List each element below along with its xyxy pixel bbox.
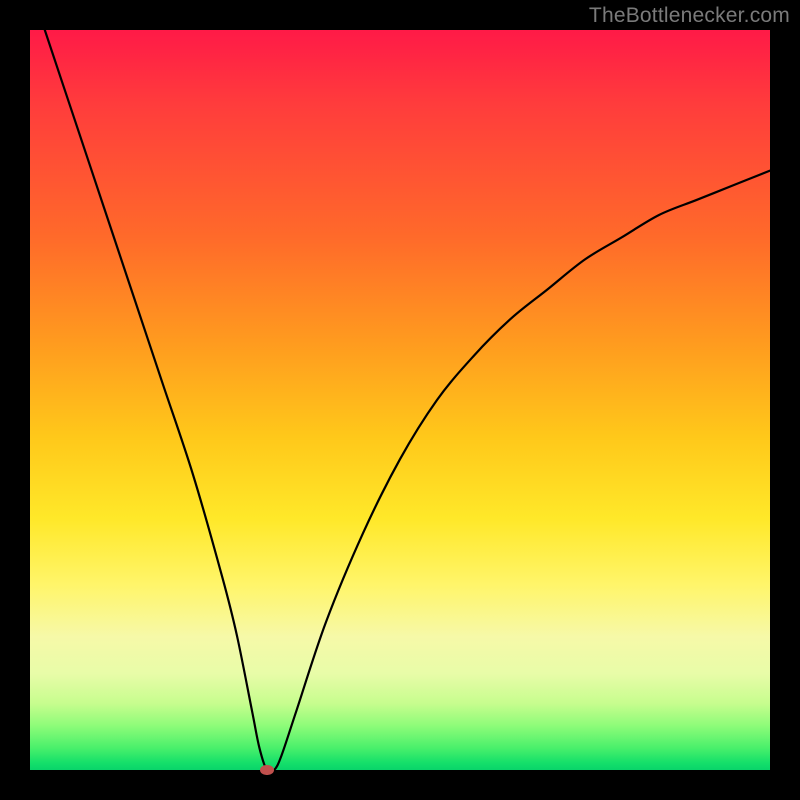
chart-frame: TheBottlenecker.com <box>0 0 800 800</box>
optimal-point-marker <box>260 765 274 775</box>
attribution-text: TheBottlenecker.com <box>589 4 790 28</box>
bottleneck-curve <box>30 30 770 770</box>
plot-area <box>30 30 770 770</box>
